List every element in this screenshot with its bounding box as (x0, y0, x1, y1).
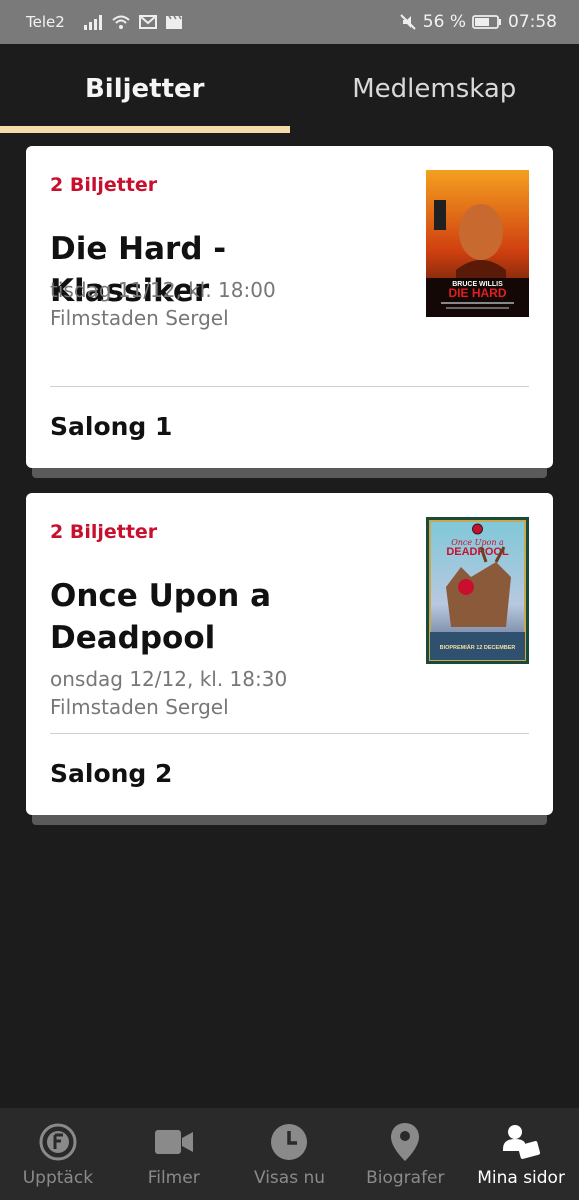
nav-label: Filmer (147, 1168, 200, 1188)
showtime: onsdag 12/12, kl. 18:30 (50, 667, 288, 691)
signal-icon (83, 14, 103, 30)
wifi-icon (111, 14, 131, 30)
clapperboard-icon (165, 15, 183, 29)
salong-label: Salong 1 (50, 412, 173, 441)
cinema-name: Filmstaden Sergel (50, 306, 229, 330)
video-camera-icon (154, 1122, 194, 1162)
poster-title: DIE HARD (448, 286, 506, 300)
nav-filmer[interactable]: Filmer (116, 1108, 232, 1200)
movie-poster: Once Upon a DEADPOOL BIOPREMIÄR 12 DECEM… (426, 517, 529, 664)
clock-time: 07:58 (508, 12, 557, 32)
nav-biografer[interactable]: Biografer (347, 1108, 463, 1200)
nav-mina-sidor[interactable]: Mina sidor (463, 1108, 579, 1200)
battery-icon (472, 14, 502, 30)
nav-visas-nu[interactable]: Visas nu (232, 1108, 348, 1200)
nav-label: Visas nu (253, 1168, 326, 1188)
card-divider (50, 733, 529, 734)
nav-upptack[interactable]: Upptäck (0, 1108, 116, 1200)
status-left: Tele2 (26, 13, 183, 31)
poster-footer: BIOPREMIÄR 12 DECEMBER (440, 644, 516, 651)
user-ticket-icon (501, 1122, 541, 1162)
ticket-count: 2 Biljetter (50, 521, 158, 543)
active-tab-indicator (0, 126, 290, 133)
bottom-navigation: Upptäck Filmer Visas nu Biografer Mina s… (0, 1108, 579, 1200)
showtime: tisdag 11/12, kl. 18:00 (50, 278, 276, 302)
top-tabs: Biljetter Medlemskap (0, 44, 579, 134)
nav-label: Biografer (366, 1168, 445, 1188)
ticket-card-wrapper: 2 Biljetter Die Hard - Klassiker tisdag … (26, 146, 553, 482)
ticket-count: 2 Biljetter (50, 174, 158, 196)
f-circle-icon (38, 1122, 78, 1162)
tab-biljetter[interactable]: Biljetter (0, 44, 290, 134)
mail-icon (138, 15, 157, 29)
tab-medlemskap[interactable]: Medlemskap (290, 44, 579, 134)
mute-icon (399, 13, 417, 31)
carrier-name: Tele2 (26, 13, 65, 31)
nav-label: Mina sidor (477, 1168, 565, 1188)
battery-percent: 56 % (422, 12, 466, 32)
status-bar: Tele2 56 % 07:58 (0, 0, 579, 44)
ticket-card[interactable]: 2 Biljetter Once Upon a Deadpool onsdag … (26, 493, 553, 815)
ticket-card-wrapper: 2 Biljetter Once Upon a Deadpool onsdag … (26, 493, 553, 829)
movie-poster: BRUCE WILLIS DIE HARD (426, 170, 529, 317)
nav-label: Upptäck (22, 1168, 94, 1188)
card-divider (50, 386, 529, 387)
ticket-card[interactable]: 2 Biljetter Die Hard - Klassiker tisdag … (26, 146, 553, 468)
cinema-name: Filmstaden Sergel (50, 695, 229, 719)
status-right: 56 % 07:58 (399, 12, 557, 32)
location-pin-icon (385, 1122, 425, 1162)
clock-icon (269, 1122, 309, 1162)
salong-label: Salong 2 (50, 759, 173, 788)
movie-title: Once Upon a Deadpool (50, 578, 272, 656)
